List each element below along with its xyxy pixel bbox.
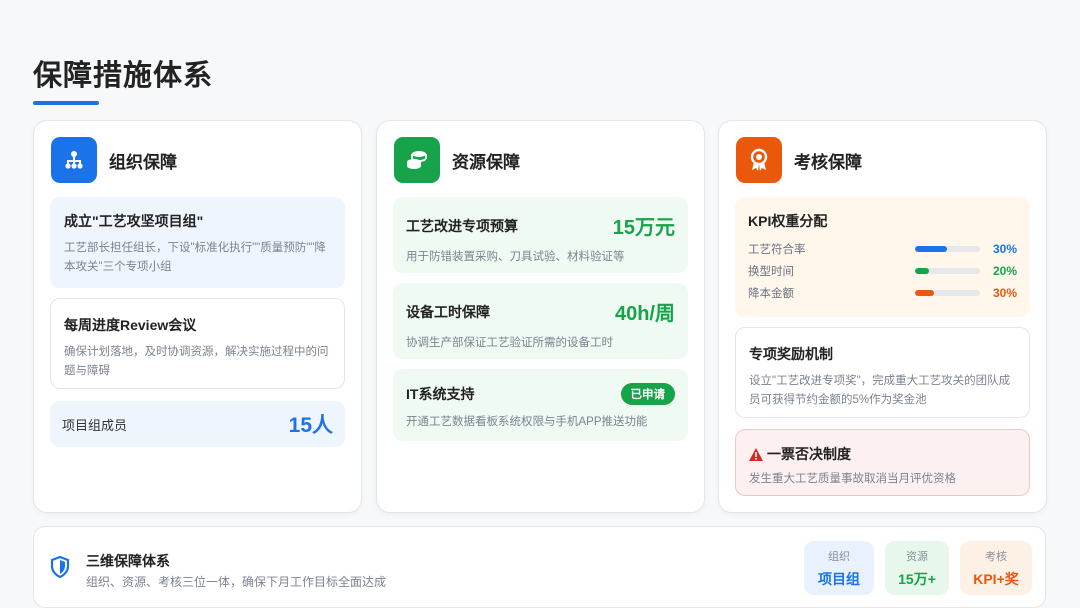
it-support-desc: 开通工艺数据看板系统权限与手机APP推送功能 bbox=[406, 416, 648, 428]
assess-card-title: 考核保障 bbox=[794, 152, 862, 172]
kpi-value: 20% bbox=[992, 264, 1017, 278]
project-group-desc: 工艺部长担任组长，下设"标准化执行""质量预防""降本攻关"三个专项小组 bbox=[64, 242, 326, 273]
assess-card-header: 考核保障 bbox=[736, 137, 862, 183]
veto-desc: 发生重大工艺质量事故取消当月评优资格 bbox=[749, 473, 956, 485]
reward-title: 专项奖励机制 bbox=[749, 346, 833, 362]
page-title: 保障措施体系 bbox=[33, 60, 214, 92]
project-group-item: 成立"工艺攻坚项目组" 工艺部长担任组长，下设"标准化执行""质量预防""降本攻… bbox=[50, 197, 345, 288]
summary-chip: 资源 15万+ bbox=[885, 541, 949, 595]
project-group-title: 成立"工艺攻坚项目组" bbox=[64, 213, 204, 229]
kpi-label: 降本金额 bbox=[748, 288, 794, 300]
it-support-title: IT系统支持 bbox=[406, 386, 475, 402]
kpi-row: 工艺符合率 30% bbox=[748, 241, 1017, 257]
members-stat: 项目组成员 15人 bbox=[50, 401, 345, 447]
kpi-weight-panel: KPI权重分配 工艺符合率 30% 换型时间 20% 降本金额 30% bbox=[735, 197, 1030, 317]
kpi-row: 换型时间 20% bbox=[748, 263, 1017, 279]
org-chart-icon bbox=[51, 137, 97, 183]
weekly-review-item: 每周进度Review会议 确保计划落地，及时协调资源，解决实施过程中的问题与障碍 bbox=[50, 298, 345, 389]
summary-chip: 考核 KPI+奖 bbox=[960, 541, 1032, 595]
equipment-hours-desc: 协调生产部保证工艺验证所需的设备工时 bbox=[406, 337, 613, 349]
kpi-weight-title: KPI权重分配 bbox=[748, 213, 828, 229]
org-card-header: 组织保障 bbox=[51, 137, 177, 183]
equipment-hours-title: 设备工时保障 bbox=[406, 303, 490, 320]
chip-value: KPI+奖 bbox=[973, 570, 1019, 587]
org-card: 组织保障 成立"工艺攻坚项目组" 工艺部长担任组长，下设"标准化执行""质量预防… bbox=[33, 120, 362, 513]
budget-value: 15万元 bbox=[612, 217, 675, 239]
equipment-hours-item: 设备工时保障 40h/周 协调生产部保证工艺验证所需的设备工时 bbox=[393, 283, 688, 359]
warning-icon bbox=[749, 447, 763, 461]
applied-badge: 已申请 bbox=[620, 383, 675, 405]
reward-item: 专项奖励机制 设立"工艺改进专项奖"，完成重大工艺攻关的团队成员可获得节约金额的… bbox=[735, 327, 1030, 418]
chip-label: 组织 bbox=[828, 550, 850, 563]
chip-label: 资源 bbox=[906, 550, 928, 563]
kpi-label: 工艺符合率 bbox=[748, 244, 806, 256]
summary-chip: 组织 项目组 bbox=[804, 541, 874, 595]
kpi-row: 降本金额 30% bbox=[748, 285, 1017, 301]
equipment-hours-value: 40h/周 bbox=[614, 303, 675, 325]
assess-card: 考核保障 KPI权重分配 工艺符合率 30% 换型时间 20% 降本金额 30% 专项奖励… bbox=[718, 120, 1047, 513]
summary-desc: 组织、资源、考核三位一体，确保下月工作目标全面达成 bbox=[86, 575, 387, 589]
kpi-progress-bar bbox=[914, 290, 980, 296]
summary-bar: 三维保障体系 组织、资源、考核三位一体，确保下月工作目标全面达成 组织 项目组 资源… bbox=[33, 526, 1046, 608]
chip-label: 考核 bbox=[985, 550, 1007, 563]
members-label: 项目组成员 bbox=[62, 417, 128, 433]
members-value: 15人 bbox=[288, 414, 333, 437]
chip-value: 项目组 bbox=[818, 570, 860, 587]
kpi-value: 30% bbox=[992, 286, 1017, 300]
resource-card: 资源保障 工艺改进专项预算 15万元 用于防错装置采购、刀具试验、材料验证等 设… bbox=[376, 120, 705, 513]
kpi-progress-bar bbox=[914, 246, 980, 252]
weekly-review-desc: 确保计划落地，及时协调资源，解决实施过程中的问题与障碍 bbox=[64, 346, 329, 377]
kpi-progress-bar bbox=[914, 268, 980, 274]
chip-value: 15万+ bbox=[898, 570, 936, 587]
veto-title: 一票否决制度 bbox=[767, 446, 851, 462]
shield-icon bbox=[50, 555, 70, 583]
kpi-value: 30% bbox=[992, 242, 1017, 256]
coins-icon bbox=[394, 137, 440, 183]
veto-item: 一票否决制度 发生重大工艺质量事故取消当月评优资格 bbox=[735, 429, 1030, 496]
resource-card-title: 资源保障 bbox=[452, 152, 520, 172]
budget-desc: 用于防错装置采购、刀具试验、材料验证等 bbox=[406, 251, 625, 263]
resource-card-header: 资源保障 bbox=[394, 137, 520, 183]
kpi-label: 换型时间 bbox=[748, 266, 794, 278]
budget-item: 工艺改进专项预算 15万元 用于防错装置采购、刀具试验、材料验证等 bbox=[393, 197, 688, 273]
org-card-title: 组织保障 bbox=[109, 152, 177, 172]
weekly-review-title: 每周进度Review会议 bbox=[64, 317, 197, 333]
budget-title: 工艺改进专项预算 bbox=[406, 217, 518, 234]
award-ribbon-icon bbox=[736, 137, 782, 183]
reward-desc: 设立"工艺改进专项奖"，完成重大工艺攻关的团队成员可获得节约金额的5%作为奖金池 bbox=[749, 375, 1011, 406]
summary-title: 三维保障体系 bbox=[86, 553, 170, 569]
title-underline bbox=[33, 101, 99, 105]
it-support-item: IT系统支持 已申请 开通工艺数据看板系统权限与手机APP推送功能 bbox=[393, 369, 688, 441]
